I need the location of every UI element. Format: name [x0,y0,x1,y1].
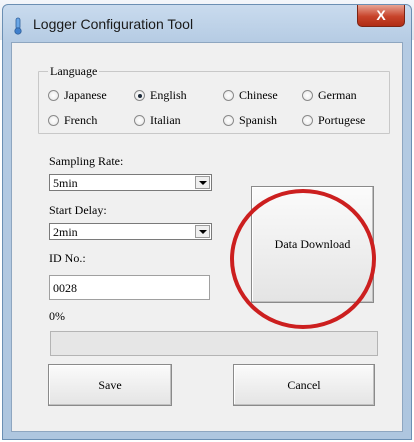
id-number-input[interactable]: 0028 [49,275,210,300]
radio-indicator[interactable] [134,90,145,101]
radio-label: Japanese [64,88,107,102]
sampling-rate-value: 5min [53,176,78,190]
radio-label: German [318,88,357,102]
radio-label: French [64,113,98,127]
close-button[interactable]: X [357,5,405,27]
radio-english[interactable]: English [134,88,187,103]
radio-french[interactable]: French [48,113,97,128]
radio-indicator[interactable] [48,115,59,126]
start-delay-label: Start Delay: [49,203,107,217]
radio-indicator[interactable] [134,115,145,126]
radio-indicator[interactable] [302,90,313,101]
radio-indicator[interactable] [48,90,59,101]
radio-spanish[interactable]: Spanish [223,113,277,128]
chevron-down-icon[interactable] [195,176,210,189]
radio-chinese[interactable]: Chinese [223,88,278,103]
window-title: Logger Configuration Tool [33,16,194,32]
radio-label: Spanish [239,113,278,127]
radio-indicator[interactable] [223,90,234,101]
thermometer-icon [14,17,22,35]
sampling-rate-select[interactable]: 5min [49,174,212,191]
language-group-label: Language [48,64,100,79]
save-button[interactable]: Save [48,364,172,406]
language-group: Language Japanese English Chinese German… [38,64,390,134]
radio-portugese[interactable]: Portugese [302,113,365,128]
radio-label: Chinese [239,88,278,102]
radio-label: English [150,88,187,102]
data-download-button[interactable]: Data Download [251,186,374,303]
start-delay-select[interactable]: 2min [49,223,212,240]
chevron-down-icon[interactable] [195,225,210,238]
progress-percent: 0% [49,309,65,323]
save-label: Save [98,377,122,392]
data-download-label: Data Download [274,237,351,251]
dialog-client-area: Language Japanese English Chinese German… [11,42,403,432]
radio-label: Italian [150,113,181,127]
cancel-label: Cancel [287,377,321,392]
radio-japanese[interactable]: Japanese [48,88,107,103]
cancel-button[interactable]: Cancel [233,364,375,406]
radio-indicator[interactable] [223,115,234,126]
id-number-label: ID No.: [49,251,86,265]
radio-german[interactable]: German [302,88,357,103]
app-window: Logger Configuration Tool X Language Jap… [2,4,412,440]
sampling-rate-label: Sampling Rate: [49,154,124,168]
progress-bar [50,331,378,356]
title-bar[interactable]: Logger Configuration Tool X [3,5,411,43]
radio-indicator[interactable] [302,115,313,126]
id-number-value: 0028 [53,281,77,295]
start-delay-value: 2min [53,225,78,239]
radio-label: Portugese [318,113,366,127]
radio-italian[interactable]: Italian [134,113,181,128]
